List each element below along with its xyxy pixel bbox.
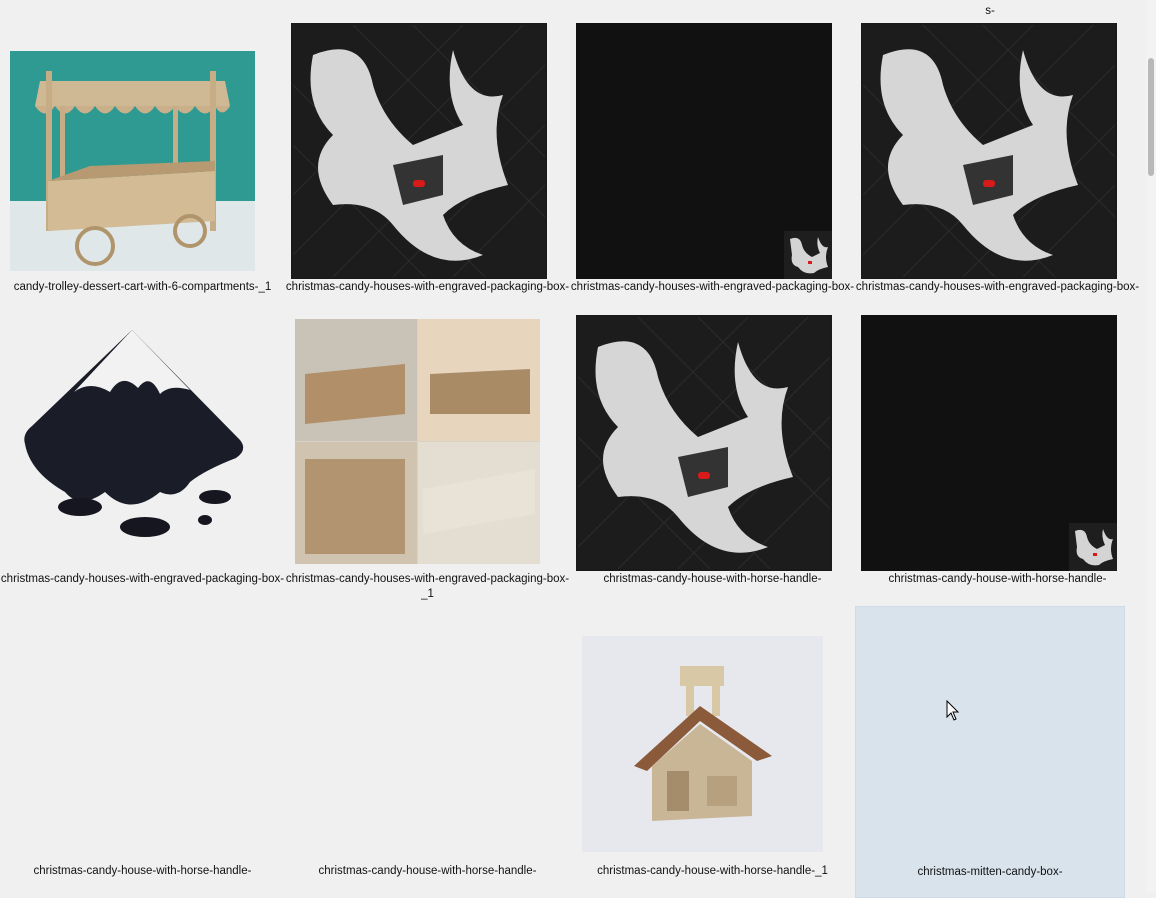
file-item[interactable]: candy-trolley-dessert-cart-with-6-compar… <box>0 22 285 314</box>
file-item[interactable]: christmas-candy-houses-with-engraved-pac… <box>0 314 285 606</box>
file-name: christmas-candy-house-with-horse-handle- <box>888 573 1107 585</box>
candy-houses-photo <box>295 319 540 564</box>
cart-thumbnail <box>10 51 255 271</box>
file-item[interactable]: christmas-candy-houses-with-engraved-pac… <box>285 22 570 314</box>
file-name: christmas-candy-houses-with-engraved-pac… <box>285 573 570 600</box>
file-name: christmas-candy-house-with-horse-handle- <box>33 865 252 877</box>
file-item-selected[interactable]: christmas-mitten-candy-box- <box>855 606 1125 898</box>
rhino-small-icon <box>576 23 832 279</box>
rhino-icon <box>291 23 547 279</box>
partial-file-label: s- <box>985 5 995 17</box>
rhino-small-icon <box>861 315 1117 571</box>
file-item[interactable]: christmas-candy-house-with-horse-handle- <box>570 314 855 606</box>
scrollbar-thumb[interactable] <box>1148 58 1154 176</box>
file-name: christmas-candy-houses-with-engraved-pac… <box>285 281 570 293</box>
file-item[interactable]: christmas-candy-house-with-horse-handle- <box>855 314 1140 606</box>
file-name: christmas-mitten-candy-box- <box>917 866 1063 878</box>
rhino-icon <box>576 315 832 571</box>
file-name: christmas-candy-house-with-horse-handle- <box>318 865 537 877</box>
file-name: christmas-candy-houses-with-engraved-pac… <box>0 573 285 585</box>
vertical-scrollbar[interactable] <box>1146 0 1156 892</box>
file-item[interactable]: christmas-candy-house-with-horse-handle- <box>285 606 570 898</box>
file-item[interactable]: christmas-candy-house-with-horse-handle-… <box>570 606 855 898</box>
file-grid: s- candy-trolley-dessert-cart-with-6-com… <box>0 0 1146 898</box>
file-name: christmas-candy-houses-with-engraved-pac… <box>570 281 855 293</box>
file-name: christmas-candy-houses-with-engraved-pac… <box>855 281 1140 293</box>
file-name: christmas-candy-house-with-horse-handle- <box>603 573 822 585</box>
file-item[interactable]: christmas-candy-houses-with-engraved-pac… <box>570 22 855 314</box>
file-name: christmas-candy-house-with-horse-handle-… <box>597 865 828 877</box>
file-name: candy-trolley-dessert-cart-with-6-compar… <box>13 281 272 293</box>
inkscape-icon <box>10 322 255 542</box>
file-item[interactable]: christmas-candy-houses-with-engraved-pac… <box>855 22 1140 314</box>
rhino-icon <box>861 23 1117 279</box>
mouse-cursor-icon <box>946 699 960 727</box>
house-render-photo <box>582 636 823 852</box>
file-item[interactable]: christmas-candy-houses-with-engraved-pac… <box>285 314 570 606</box>
file-item[interactable]: christmas-candy-house-with-horse-handle- <box>0 606 285 898</box>
